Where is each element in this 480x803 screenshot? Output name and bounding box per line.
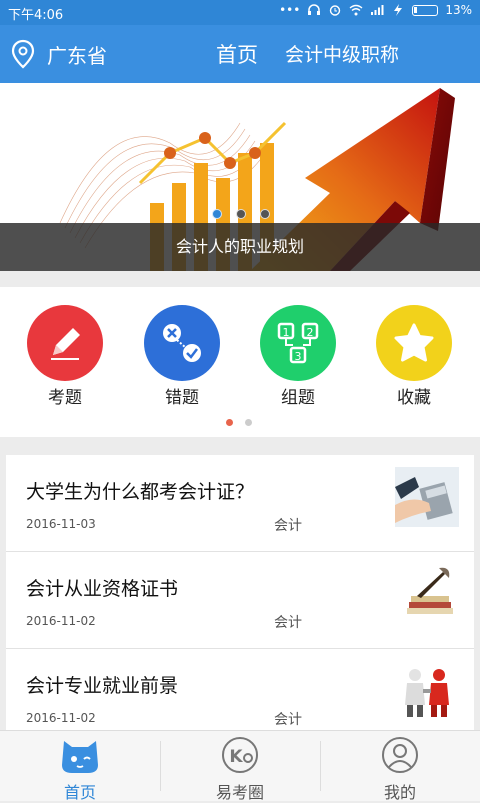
alarm-icon bbox=[330, 5, 341, 16]
list-item[interactable]: 会计专业就业前景 2016-11-02 会计 bbox=[6, 649, 474, 730]
menu-label: 错题 bbox=[165, 388, 199, 408]
wrong-check-icon bbox=[144, 305, 220, 381]
menu-page-dot[interactable] bbox=[226, 419, 233, 426]
svg-text:1: 1 bbox=[283, 326, 290, 339]
tab-label: 首页 bbox=[63, 783, 96, 802]
menu-item-favorite[interactable]: 收藏 bbox=[374, 305, 454, 408]
app-header: 广东省 首页 会计中级职称 bbox=[0, 25, 480, 83]
status-bar: 下午4:06 ••• 13% bbox=[0, 0, 480, 25]
banner-dot[interactable] bbox=[260, 209, 270, 219]
feature-menu: 考题 错题 1 23 组题 收藏 bbox=[0, 287, 480, 437]
person-icon bbox=[382, 737, 418, 773]
news-list: 大学生为什么都考会计证？ 2016-11-03 会计 会计从业资格证书 2016… bbox=[6, 455, 474, 730]
news-date: 2016-11-02 bbox=[26, 614, 96, 628]
bottom-tab-bar: 首页 K 易考圈 我的 bbox=[0, 730, 480, 802]
svg-text:K: K bbox=[229, 747, 243, 767]
menu-page-dot[interactable] bbox=[245, 419, 252, 426]
numbered-blocks-icon: 1 23 bbox=[260, 305, 336, 381]
province-selector[interactable]: 广东省 bbox=[47, 40, 107, 69]
calculator-hand-icon bbox=[395, 467, 459, 527]
cat-face-icon bbox=[62, 741, 98, 773]
books-pen-icon bbox=[395, 564, 459, 624]
battery-icon bbox=[412, 4, 439, 16]
subject-selector[interactable]: 会计中级职称 bbox=[285, 40, 399, 67]
svg-text:2: 2 bbox=[307, 326, 314, 339]
more-dots-icon: ••• bbox=[279, 3, 301, 17]
pencil-icon bbox=[27, 305, 103, 381]
tab-label: 易考圈 bbox=[215, 783, 264, 802]
banner-indicator bbox=[212, 209, 270, 219]
news-date: 2016-11-03 bbox=[26, 517, 96, 531]
star-icon bbox=[376, 305, 452, 381]
news-date: 2016-11-02 bbox=[26, 711, 96, 725]
menu-label: 收藏 bbox=[397, 388, 431, 408]
charging-icon bbox=[394, 4, 403, 16]
menu-page-indicator bbox=[226, 419, 252, 426]
news-title: 大学生为什么都考会计证？ bbox=[26, 481, 255, 503]
page-title: 首页 bbox=[216, 43, 258, 67]
menu-item-wrong[interactable]: 错题 bbox=[142, 305, 222, 408]
tab-label: 我的 bbox=[383, 783, 416, 802]
list-item[interactable]: 会计从业资格证书 2016-11-02 会计 bbox=[6, 552, 474, 649]
signal-icon bbox=[371, 5, 384, 15]
news-tag: 会计 bbox=[274, 615, 302, 631]
list-item[interactable]: 大学生为什么都考会计证？ 2016-11-03 会计 bbox=[6, 455, 474, 552]
news-tag: 会计 bbox=[274, 712, 302, 728]
menu-label: 考题 bbox=[48, 388, 82, 408]
menu-item-compose[interactable]: 1 23 组题 bbox=[258, 305, 338, 408]
tab-circle[interactable]: K 易考圈 bbox=[160, 731, 320, 802]
battery-percent: 13% bbox=[445, 3, 472, 17]
tab-home[interactable]: 首页 bbox=[0, 731, 160, 802]
headset-icon bbox=[308, 4, 321, 15]
tab-profile[interactable]: 我的 bbox=[320, 731, 480, 802]
news-title: 会计专业就业前景 bbox=[26, 675, 179, 697]
status-icons: ••• 13% bbox=[279, 3, 472, 17]
status-time: 下午4:06 bbox=[8, 8, 64, 23]
banner-carousel[interactable]: 会计人的职业规划 bbox=[0, 83, 480, 271]
banner-dot[interactable] bbox=[212, 209, 222, 219]
menu-label: 组题 bbox=[281, 388, 315, 408]
menu-item-exam[interactable]: 考题 bbox=[25, 305, 105, 408]
svg-text:3: 3 bbox=[295, 350, 302, 363]
location-pin-icon[interactable] bbox=[10, 39, 36, 69]
banner-caption[interactable]: 会计人的职业规划 bbox=[0, 223, 480, 271]
wifi-icon bbox=[349, 4, 363, 16]
news-title: 会计从业资格证书 bbox=[26, 578, 179, 600]
handshake-figures-icon bbox=[395, 661, 459, 721]
ko-circle-icon: K bbox=[222, 737, 258, 773]
news-tag: 会计 bbox=[274, 518, 302, 534]
banner-dot[interactable] bbox=[236, 209, 246, 219]
